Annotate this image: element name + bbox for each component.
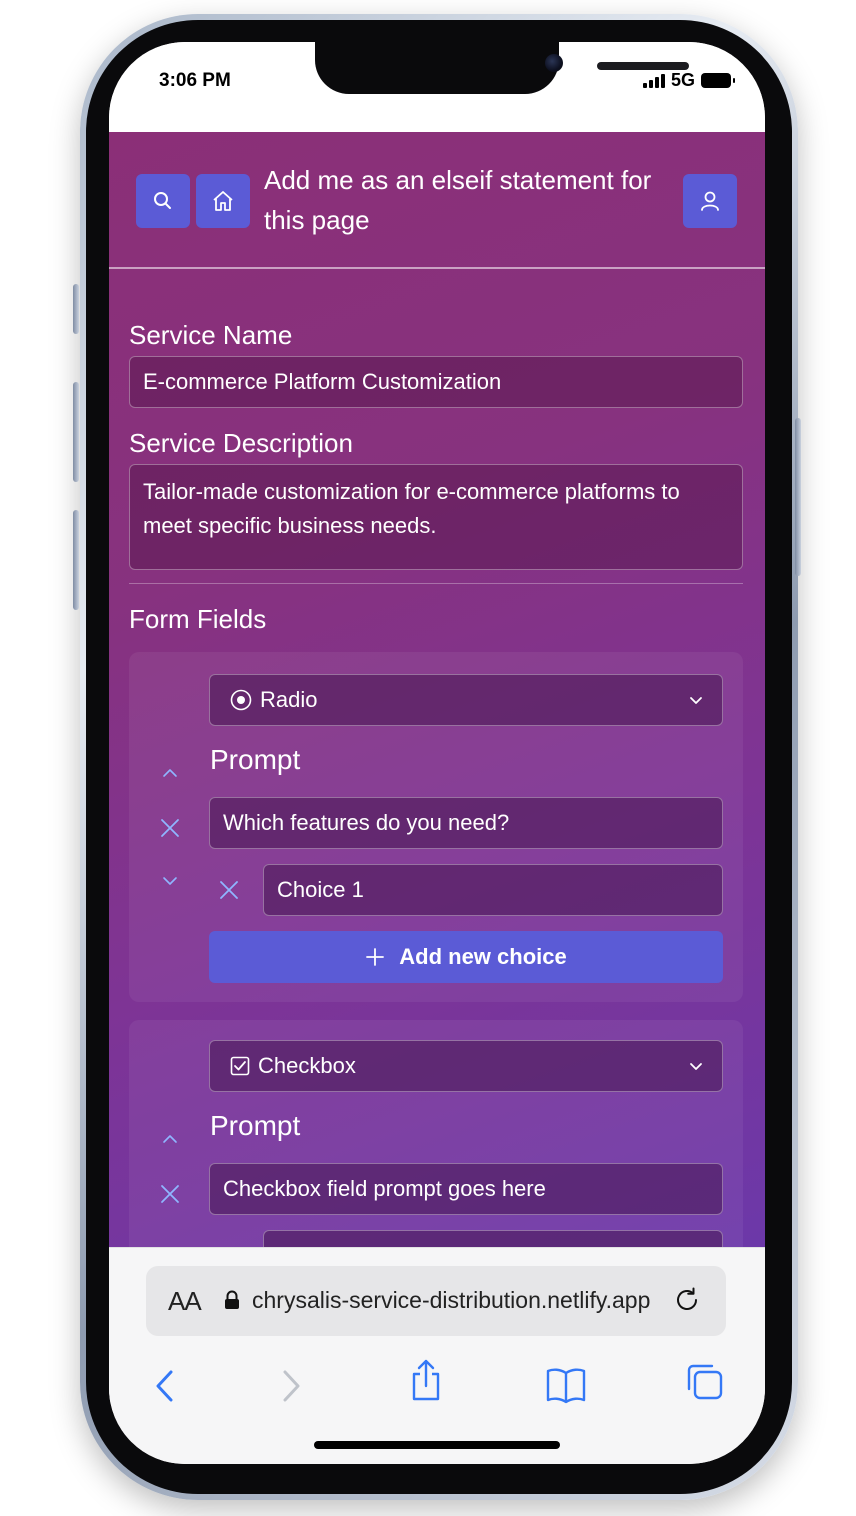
bookmarks-icon[interactable] — [545, 1366, 587, 1404]
delete-field-button[interactable] — [159, 1183, 181, 1205]
volume-down-button — [73, 510, 79, 610]
network-type: 5G — [670, 70, 695, 90]
status-time: 3:06 PM — [159, 70, 231, 91]
chevron-up-icon — [163, 1135, 177, 1143]
search-button[interactable] — [136, 174, 190, 228]
back-icon[interactable] — [153, 1368, 177, 1404]
service-name-input[interactable]: E-commerce Platform Customization — [129, 356, 743, 408]
app-content: Add me as an elseif statement for this p… — [109, 132, 765, 1247]
speaker — [597, 62, 689, 70]
form-field-card: Checkbox Prompt Checkbox field prompt go… — [129, 1020, 743, 1247]
divider — [129, 583, 743, 584]
plus-icon — [366, 948, 385, 966]
user-icon — [701, 191, 719, 211]
user-button[interactable] — [683, 174, 737, 228]
move-down-button[interactable] — [159, 870, 181, 892]
field-type-select[interactable]: Checkbox — [209, 1040, 723, 1092]
status-indicators: 5G — [642, 70, 735, 91]
chevron-down-icon — [690, 697, 702, 704]
notch — [315, 42, 689, 94]
checkbox-icon — [230, 1056, 250, 1076]
home-button[interactable] — [196, 174, 250, 228]
radio-icon — [230, 689, 252, 711]
signal-icon — [642, 73, 665, 88]
close-icon — [161, 819, 179, 837]
address-bar[interactable]: AA chrysalis-service-distribution.netlif… — [146, 1266, 726, 1336]
aa-label: AA — [168, 1286, 202, 1316]
battery-icon — [701, 73, 735, 88]
browser-toolbar: AA chrysalis-service-distribution.netlif… — [109, 1247, 765, 1464]
text-size-button[interactable]: AA — [168, 1286, 202, 1317]
form-field-card: Radio Prompt Which features do you need?… — [129, 652, 743, 1002]
phone-screen: 3:06 PM 5G Add me as an elseif statement… — [109, 42, 765, 1464]
service-description-label: Service Description — [129, 428, 353, 458]
add-choice-label: Add new choice — [399, 944, 567, 969]
chevron-up-icon — [163, 769, 177, 777]
close-icon — [161, 1185, 179, 1203]
move-up-button[interactable] — [159, 762, 181, 784]
tabs-icon[interactable] — [685, 1362, 725, 1402]
power-button — [795, 418, 801, 576]
prompt-input[interactable]: Checkbox field prompt goes here — [209, 1163, 723, 1215]
choice-input[interactable]: Choice 1 — [263, 864, 723, 916]
add-choice-button[interactable]: Add new choice — [209, 931, 723, 983]
service-description-textarea[interactable]: Tailor-made customization for e-commerce… — [129, 464, 743, 570]
page-title: Add me as an elseif statement for this p… — [264, 165, 652, 235]
close-icon — [220, 881, 238, 899]
field-type-label: Checkbox — [258, 1053, 356, 1078]
volume-up-button — [73, 382, 79, 482]
action-button — [73, 284, 79, 334]
service-name-label: Service Name — [129, 320, 293, 350]
home-indicator — [314, 1441, 560, 1449]
field-type-label: Radio — [260, 687, 318, 712]
share-icon[interactable] — [409, 1358, 443, 1402]
prompt-input[interactable]: Which features do you need? — [209, 797, 723, 849]
reload-icon[interactable] — [672, 1285, 702, 1315]
prompt-label: Prompt — [210, 744, 301, 775]
home-icon — [213, 191, 233, 211]
status-bar: 3:06 PM 5G — [109, 42, 765, 132]
delete-field-button[interactable] — [159, 817, 181, 839]
choice-input[interactable] — [263, 1230, 723, 1247]
move-up-button[interactable] — [159, 1128, 181, 1150]
url-text: chrysalis-service-distribution.netlify.a… — [252, 1287, 651, 1313]
app-header: Add me as an elseif statement for this p… — [109, 132, 765, 269]
lock-icon — [225, 1290, 239, 1309]
camera-icon — [545, 54, 563, 72]
search-icon — [154, 192, 171, 209]
form-fields-label: Form Fields — [129, 604, 267, 634]
delete-choice-button[interactable] — [218, 879, 240, 901]
prompt-label: Prompt — [210, 1110, 301, 1141]
chevron-down-icon — [690, 1063, 702, 1070]
field-type-select[interactable]: Radio — [209, 674, 723, 726]
forward-icon[interactable] — [279, 1368, 303, 1404]
chevron-down-icon — [163, 877, 177, 885]
